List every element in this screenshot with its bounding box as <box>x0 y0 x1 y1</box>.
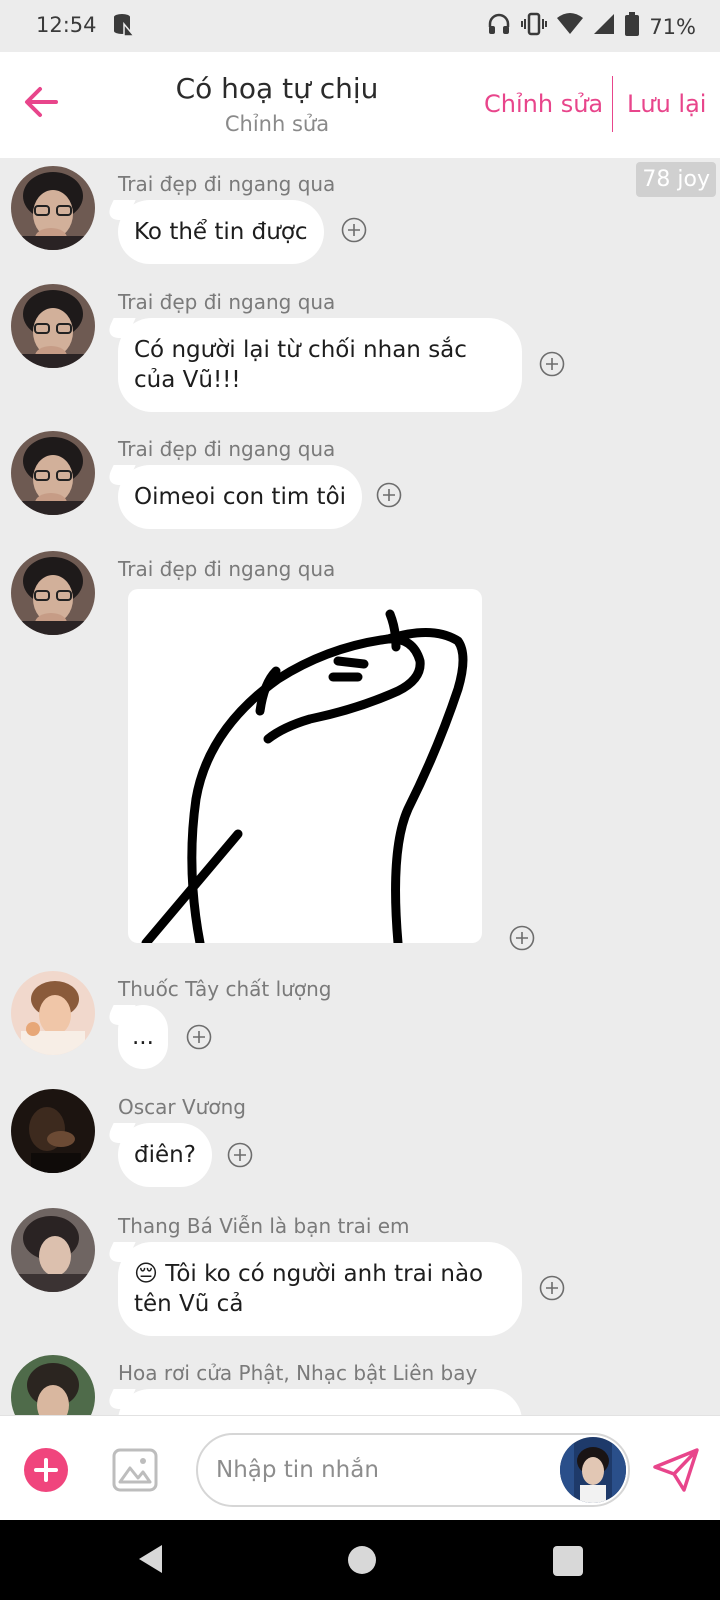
message-bubble[interactable]: 😔 Tôi ko có người anh trai nào tên Vũ cả <box>118 1242 522 1336</box>
message-text: điên? <box>134 1142 196 1168</box>
sender-name: Oscar Vương <box>118 1095 246 1119</box>
message-text: 😔 Tôi ko có người anh trai nào tên Vũ cả <box>134 1261 484 1317</box>
add-reaction-icon[interactable] <box>539 1275 565 1301</box>
plus-icon <box>34 1458 58 1482</box>
wifi-icon <box>557 13 584 40</box>
character-avatar[interactable] <box>560 1437 626 1503</box>
nav-back-icon[interactable] <box>136 1543 164 1579</box>
avatar[interactable] <box>11 971 95 1055</box>
page-title: Có hoạ tự chịu <box>175 72 379 105</box>
avatar[interactable] <box>11 1355 95 1415</box>
avatar[interactable] <box>11 284 95 368</box>
add-reaction-icon[interactable] <box>227 1142 253 1168</box>
message-input-wrapper <box>196 1433 630 1507</box>
storage-icon <box>112 12 136 43</box>
avatar[interactable] <box>11 166 95 250</box>
sender-name: Trai đẹp đi ngang qua <box>118 172 336 196</box>
avatar[interactable] <box>11 551 95 635</box>
message-bubble[interactable] <box>118 1389 522 1415</box>
joy-badge: 78 joy <box>636 162 716 197</box>
sticker-image[interactable] <box>128 589 482 943</box>
headphones-icon <box>487 12 511 41</box>
avatar[interactable] <box>11 431 95 515</box>
sender-name: Trai đẹp đi ngang qua <box>118 557 336 581</box>
nav-home-icon[interactable] <box>348 1546 376 1574</box>
page-subtitle: Chỉnh sửa <box>224 112 330 136</box>
message-bubble[interactable]: ... <box>118 1005 168 1069</box>
sender-name: Hoa rơi cửa Phật, Nhạc bật Liên bay <box>118 1361 478 1385</box>
system-nav-bar <box>0 1520 720 1600</box>
message-composer <box>0 1415 720 1520</box>
message-text: Có người lại từ chối nhan sắc của Vũ!!! <box>134 337 467 393</box>
message-text: Oimeoi con tim tôi <box>134 484 347 510</box>
signal-icon <box>593 13 615 40</box>
add-button[interactable] <box>24 1448 68 1492</box>
message-text: Ko thể tin được <box>134 219 308 245</box>
save-button[interactable]: Lưu lại <box>627 90 706 118</box>
send-icon <box>653 1448 699 1492</box>
chat-header: Có hoạ tự chịu Chỉnh sửa Chỉnh sửa Lưu l… <box>0 52 720 158</box>
message-bubble[interactable]: Có người lại từ chối nhan sắc của Vũ!!! <box>118 318 522 412</box>
header-divider <box>612 76 613 132</box>
avatar[interactable] <box>11 1089 95 1173</box>
message-text: ... <box>132 1024 154 1050</box>
message-bubble[interactable]: Ko thể tin được <box>118 200 324 264</box>
battery-percent: 71% <box>649 14 696 39</box>
sender-name: Trai đẹp đi ngang qua <box>118 437 336 461</box>
battery-icon <box>625 12 640 41</box>
message-bubble[interactable]: Oimeoi con tim tôi <box>118 465 363 529</box>
avatar[interactable] <box>11 1208 95 1292</box>
send-button[interactable] <box>652 1447 700 1493</box>
status-time: 12:54 <box>36 13 97 37</box>
add-reaction-icon[interactable] <box>341 217 367 243</box>
vibrate-icon <box>521 12 548 41</box>
add-reaction-icon[interactable] <box>186 1024 212 1050</box>
sender-name: Thuốc Tây chất lượng <box>118 977 332 1001</box>
message-input[interactable] <box>216 1435 546 1505</box>
image-icon <box>112 1448 158 1492</box>
sender-name: Trai đẹp đi ngang qua <box>118 290 336 314</box>
add-reaction-icon[interactable] <box>509 925 535 951</box>
add-reaction-icon[interactable] <box>376 482 402 508</box>
add-reaction-icon[interactable] <box>539 351 565 377</box>
nav-recents-icon[interactable] <box>553 1546 583 1576</box>
sender-name: Thang Bá Viễn là bạn trai em <box>118 1214 410 1238</box>
image-picker-button[interactable] <box>112 1448 158 1492</box>
message-bubble[interactable]: điên? <box>118 1123 212 1187</box>
edit-button[interactable]: Chỉnh sửa <box>484 90 603 118</box>
chat-area[interactable]: 78 joy Trai đẹp đi ngang qua Ko thể tin … <box>0 158 720 1415</box>
status-bar: 12:54 71% <box>0 0 720 52</box>
